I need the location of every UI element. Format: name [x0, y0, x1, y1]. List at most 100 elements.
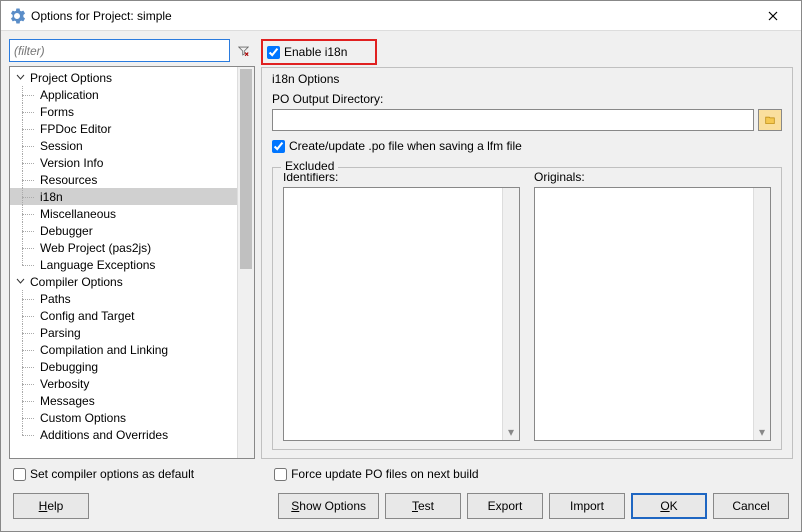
tree-group-label: Compiler Options — [30, 275, 123, 289]
tree-item-label: i18n — [40, 190, 63, 204]
tree-item[interactable]: Config and Target — [10, 307, 237, 324]
filter-clear-icon — [238, 44, 249, 58]
excluded-title: Excluded — [281, 159, 338, 173]
filter-input[interactable] — [9, 39, 230, 62]
excluded-group: Excluded Identifiers: ▾ — [272, 167, 782, 450]
content-area: Project Options Application Forms FPDoc Edi… — [1, 31, 801, 531]
enable-i18n-label: Enable i18n — [284, 45, 347, 59]
originals-column: Originals: ▾ — [534, 170, 771, 441]
ok-button[interactable]: OK — [631, 493, 707, 519]
tree-item[interactable]: Debugging — [10, 358, 237, 375]
close-icon — [768, 11, 778, 21]
test-button[interactable]: Test — [385, 493, 461, 519]
tree-item[interactable]: Custom Options — [10, 409, 237, 426]
chevron-down-icon: ▾ — [754, 423, 770, 440]
options-tree[interactable]: Project Options Application Forms FPDoc Edi… — [9, 66, 255, 459]
tree-item[interactable]: Additions and Overrides — [10, 426, 237, 443]
highlight-enable-i18n: Enable i18n — [261, 39, 377, 65]
tree-item-label: Language Exceptions — [40, 258, 155, 272]
button-row: Help Show Options Test Export Import OK … — [9, 489, 793, 523]
tree-item-label: Paths — [40, 292, 71, 306]
options-dialog: Options for Project: simple Project Opti… — [0, 0, 802, 532]
force-update-checkbox[interactable]: Force update PO files on next build — [274, 467, 478, 481]
tree-item-label: Additions and Overrides — [40, 428, 168, 442]
cancel-button[interactable]: Cancel — [713, 493, 789, 519]
tree-item-label: Compilation and Linking — [40, 343, 168, 357]
tree-item-label: Parsing — [40, 326, 81, 340]
tree-item[interactable]: Web Project (pas2js) — [10, 239, 237, 256]
chevron-down-icon[interactable] — [14, 72, 26, 84]
titlebar: Options for Project: simple — [1, 1, 801, 31]
tree-group[interactable]: Project Options — [10, 69, 237, 86]
tree-item[interactable]: Debugger — [10, 222, 237, 239]
po-dir-row — [272, 109, 782, 131]
originals-listbox[interactable]: ▾ — [534, 187, 771, 441]
chevron-down-icon[interactable] — [14, 276, 26, 288]
tree-item[interactable]: Paths — [10, 290, 237, 307]
tree-item-label: Forms — [40, 105, 74, 119]
export-button[interactable]: Export — [467, 493, 543, 519]
i18n-options-group: i18n Options PO Output Directory: Create… — [261, 67, 793, 459]
tree-item[interactable]: Compilation and Linking — [10, 341, 237, 358]
po-dir-browse-button[interactable] — [758, 109, 782, 131]
tree-item-label: Debugging — [40, 360, 98, 374]
chevron-down-icon: ▾ — [503, 423, 519, 440]
show-options-button[interactable]: Show Options — [278, 493, 379, 519]
tree-item[interactable]: Miscellaneous — [10, 205, 237, 222]
close-button[interactable] — [753, 2, 793, 30]
tree-item-label: Custom Options — [40, 411, 126, 425]
tree-item-label: Web Project (pas2js) — [40, 241, 151, 255]
po-dir-input[interactable] — [272, 109, 754, 131]
footer-checkbox-row: Set compiler options as default Force up… — [9, 465, 793, 483]
create-update-checkbox[interactable]: Create/update .po file when saving a lfm… — [272, 139, 782, 153]
tree-group[interactable]: Compiler Options — [10, 273, 237, 290]
create-update-label: Create/update .po file when saving a lfm… — [289, 139, 522, 153]
import-button[interactable]: Import — [549, 493, 625, 519]
tree-item[interactable]: FPDoc Editor — [10, 120, 237, 137]
tree-item[interactable]: Language Exceptions — [10, 256, 237, 273]
app-gear-icon — [9, 8, 25, 24]
tree-scrollbar[interactable] — [237, 67, 254, 458]
help-button[interactable]: Help — [13, 493, 89, 519]
tree-item[interactable]: Forms — [10, 103, 237, 120]
tree-item-label: Messages — [40, 394, 95, 408]
i18n-options-title: i18n Options — [272, 72, 782, 86]
identifiers-listbox[interactable]: ▾ — [283, 187, 520, 441]
tree-item-label: Resources — [40, 173, 97, 187]
tree-item[interactable]: Application — [10, 86, 237, 103]
tree-item[interactable]: Verbosity — [10, 375, 237, 392]
set-compiler-default-label: Set compiler options as default — [30, 467, 194, 481]
originals-label: Originals: — [534, 170, 771, 184]
tree-item[interactable]: Messages — [10, 392, 237, 409]
force-update-label: Force update PO files on next build — [291, 467, 478, 481]
folder-icon — [765, 114, 775, 126]
tree-item-label: Config and Target — [40, 309, 135, 323]
originals-scrollbar[interactable]: ▾ — [753, 188, 770, 440]
upper-row: Project Options Application Forms FPDoc Edi… — [9, 39, 793, 459]
tree-item-label: Application — [40, 88, 99, 102]
tree-item[interactable]: Parsing — [10, 324, 237, 341]
identifiers-column: Identifiers: ▾ — [283, 170, 520, 441]
tree-item-label: Verbosity — [40, 377, 89, 391]
tree-item[interactable]: i18n — [10, 188, 237, 205]
tree-item[interactable]: Session — [10, 137, 237, 154]
tree-item-label: Version Info — [40, 156, 103, 170]
tree-item-label: Debugger — [40, 224, 93, 238]
right-column: Enable i18n i18n Options PO Output Direc… — [261, 39, 793, 459]
po-dir-label: PO Output Directory: — [272, 92, 782, 106]
filter-row — [9, 39, 255, 62]
filter-clear-button[interactable] — [232, 39, 255, 62]
window-title: Options for Project: simple — [31, 9, 753, 23]
enable-row: Enable i18n — [261, 39, 793, 67]
tree-item-label: Miscellaneous — [40, 207, 116, 221]
tree-scrollbar-thumb[interactable] — [240, 69, 252, 269]
tree-group-label: Project Options — [30, 71, 112, 85]
tree-item[interactable]: Resources — [10, 171, 237, 188]
tree-item-label: Session — [40, 139, 83, 153]
tree-item-label: FPDoc Editor — [40, 122, 111, 136]
enable-i18n-checkbox[interactable]: Enable i18n — [267, 45, 347, 59]
tree-item[interactable]: Version Info — [10, 154, 237, 171]
set-compiler-default-checkbox[interactable]: Set compiler options as default — [13, 467, 194, 481]
identifiers-scrollbar[interactable]: ▾ — [502, 188, 519, 440]
left-column: Project Options Application Forms FPDoc Edi… — [9, 39, 255, 459]
